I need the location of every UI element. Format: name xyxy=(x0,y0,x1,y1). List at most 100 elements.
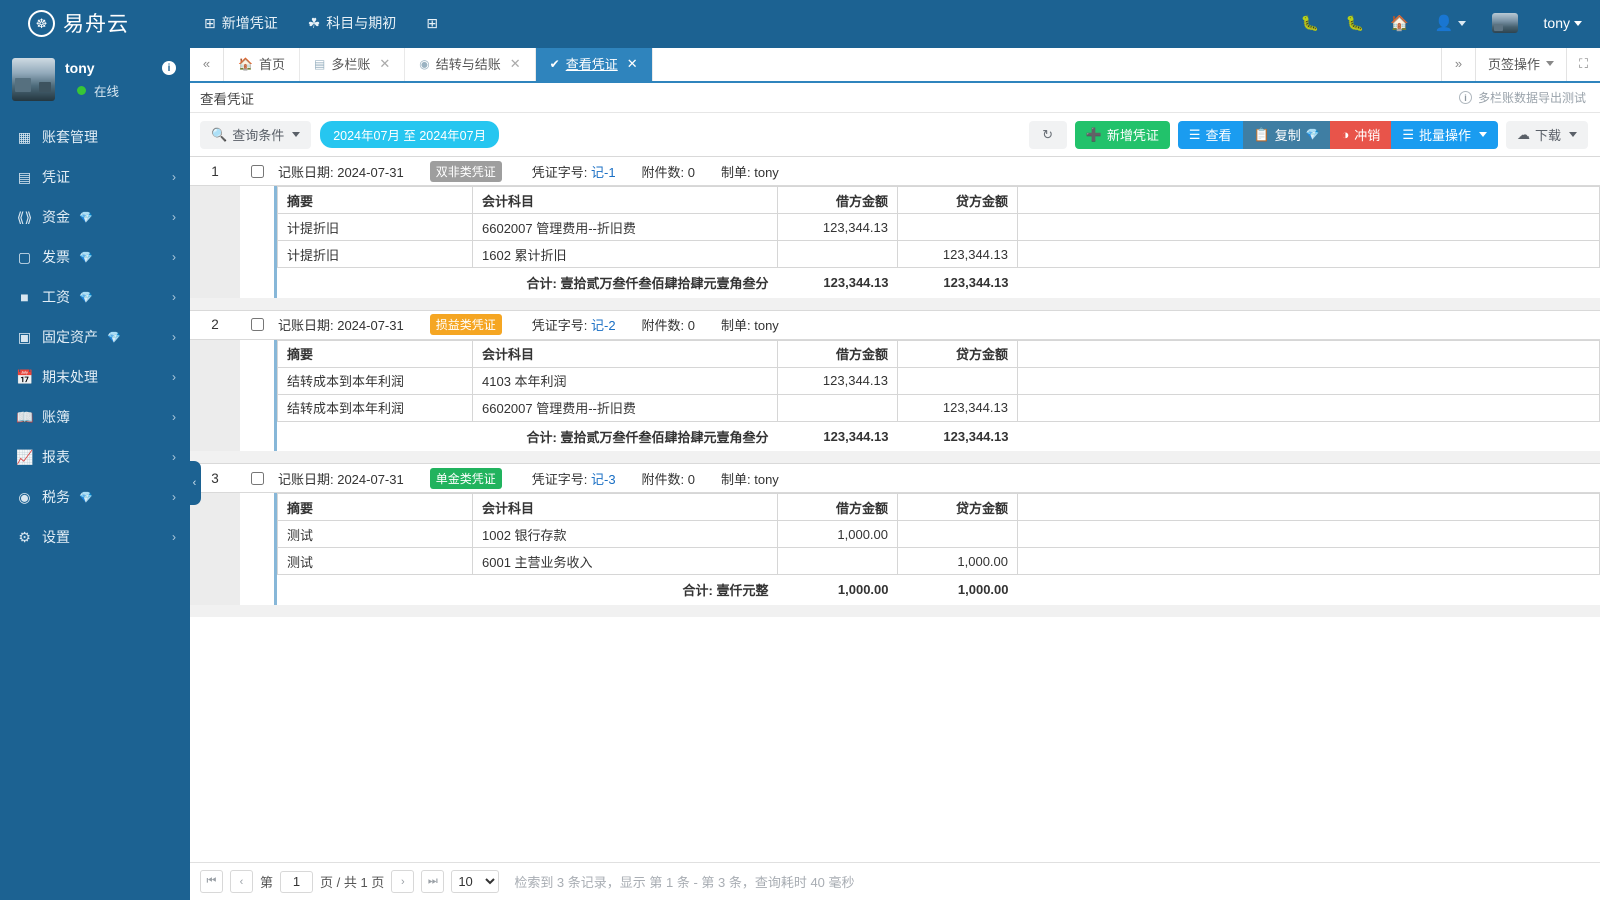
fullscreen-button[interactable]: ⛶ xyxy=(1566,46,1600,81)
voucher-table-header-row: 摘要 会计科目 借方金额 贷方金额 xyxy=(278,340,1600,367)
cloud-download-icon: ☁ xyxy=(1517,127,1530,143)
profile-avatar[interactable] xyxy=(12,58,55,101)
sidebar-item-funds[interactable]: ⟪⟫ 资金 💎 › xyxy=(0,197,190,237)
copy-button[interactable]: 📋 复制 💎 xyxy=(1243,121,1331,149)
voucher-entry-row[interactable]: 测试 6001 主营业务收入 1,000.00 xyxy=(278,548,1600,575)
voucher-total-row: 合计: 壹仟元整 1,000.00 1,000.00 xyxy=(278,575,1600,605)
close-icon[interactable]: ✕ xyxy=(627,56,638,72)
sidebar-item-voucher[interactable]: ▤ 凭证 › xyxy=(0,157,190,197)
sidebar-item-settings[interactable]: ⚙ 设置 › xyxy=(0,517,190,557)
sidebar-item-reports[interactable]: 📈 报表 › xyxy=(0,437,190,477)
sidebar-item-salary[interactable]: ■ 工资 💎 › xyxy=(0,277,190,317)
voucher-checkbox-cell[interactable] xyxy=(240,318,274,331)
voucher-entry-row[interactable]: 结转成本到本年利润 4103 本年利润 123,344.13 xyxy=(278,367,1600,394)
voucher-number-link[interactable]: 记-2 xyxy=(591,318,616,333)
vip-diamond-icon: 💎 xyxy=(107,331,121,344)
voucher-header[interactable]: 2 记账日期: 2024-07-31 损益类凭证 凭证字号: 记-2 附件数: … xyxy=(190,310,1600,340)
brand[interactable]: ☸ 易舟云 xyxy=(0,8,190,38)
voucher-block: 2 记账日期: 2024-07-31 损益类凭证 凭证字号: 记-2 附件数: … xyxy=(190,310,1600,464)
voucher-entry-row[interactable]: 计提折旧 1602 累计折旧 123,344.13 xyxy=(278,241,1600,268)
filter-conditions-button[interactable]: 🔍 查询条件 xyxy=(200,121,311,149)
voucher-total-row: 合计: 壹拾贰万叁仟叁佰肆拾肆元壹角叁分 123,344.13 123,344.… xyxy=(278,268,1600,298)
view-button[interactable]: ☰ 查看 xyxy=(1178,121,1243,149)
sidebar-item-label: 账套管理 xyxy=(42,127,98,147)
col-extra xyxy=(1018,187,1600,214)
prev-page-button[interactable]: ‹ xyxy=(230,870,253,893)
voucher-entry-row[interactable]: 测试 1002 银行存款 1,000.00 xyxy=(278,521,1600,548)
tab-carryover-closing[interactable]: ◉ 结转与结账 ✕ xyxy=(405,46,535,81)
voucher-number-link[interactable]: 记-1 xyxy=(591,165,616,180)
voucher-header[interactable]: 3 记账日期: 2024-07-31 单金类凭证 凭证字号: 记-3 附件数: … xyxy=(190,463,1600,493)
voucher-index: 1 xyxy=(190,164,240,179)
sidebar-item-invoice[interactable]: ▢ 发票 💎 › xyxy=(0,237,190,277)
first-page-button[interactable]: ⏮ xyxy=(200,870,223,893)
tab-home[interactable]: 🏠 首页 xyxy=(224,46,300,81)
profile-name: tony xyxy=(65,60,152,76)
bug-icon-2[interactable]: 🐛 xyxy=(1345,14,1364,32)
voucher-entry-row[interactable]: 计提折旧 6602007 管理费用--折旧费 123,344.13 xyxy=(278,214,1600,241)
avatar[interactable] xyxy=(1492,13,1518,33)
sidebar-item-ledger[interactable]: 📖 账簿 › xyxy=(0,397,190,437)
sidebar-item-period-end[interactable]: 📅 期末处理 › xyxy=(0,357,190,397)
add-voucher-button[interactable]: ➕ 新增凭证 xyxy=(1075,121,1170,149)
voucher-checkbox[interactable] xyxy=(251,318,264,331)
sidebar-item-tax[interactable]: ◉ 税务 💎 › xyxy=(0,477,190,517)
entry-debit xyxy=(778,394,898,421)
entry-credit xyxy=(898,521,1018,548)
close-icon[interactable]: ✕ xyxy=(510,56,521,72)
tab-multi-column-ledger[interactable]: ▤ 多栏账 ✕ xyxy=(300,46,405,81)
voucher-gutter-2 xyxy=(240,340,274,452)
home-icon[interactable]: 🏠 xyxy=(1390,14,1409,32)
page-number-input[interactable] xyxy=(280,871,313,893)
calendar-icon: 📅 xyxy=(16,369,33,386)
voucher-checkbox[interactable] xyxy=(251,165,264,178)
voucher-number-link[interactable]: 记-3 xyxy=(591,472,616,487)
top-menu-grid[interactable]: ⊞ xyxy=(424,12,440,34)
tab-view-voucher[interactable]: ✔ 查看凭证 ✕ xyxy=(536,46,653,81)
batch-operations-button[interactable]: ☰ 批量操作 xyxy=(1391,121,1498,149)
page-hint[interactable]: i 多栏账数据导出测试 xyxy=(1459,89,1586,106)
page-suffix-label: 页 / 共 1 页 xyxy=(320,872,384,891)
entry-subject: 1602 累计折旧 xyxy=(473,241,778,268)
voucher-header[interactable]: 1 记账日期: 2024-07-31 双非类凭证 凭证字号: 记-1 附件数: … xyxy=(190,156,1600,186)
entry-subject: 6602007 管理费用--折旧费 xyxy=(473,394,778,421)
next-page-button[interactable]: › xyxy=(391,870,414,893)
tab-label: 多栏账 xyxy=(331,54,370,73)
entry-extra xyxy=(1018,394,1600,421)
voucher-icon: ▤ xyxy=(16,169,33,186)
voucher-list[interactable]: 1 记账日期: 2024-07-31 双非类凭证 凭证字号: 记-1 附件数: … xyxy=(190,156,1600,862)
user-group-icon[interactable]: 👤 xyxy=(1435,14,1466,32)
download-button[interactable]: ☁ 下载 xyxy=(1506,121,1588,149)
first-page-icon: ⏮ xyxy=(207,875,217,888)
top-menu-add-voucher[interactable]: ⊞ 新增凭证 xyxy=(202,9,280,37)
sidebar-item-account-sets[interactable]: ▦ 账套管理 xyxy=(0,117,190,157)
col-debit: 借方金额 xyxy=(778,187,898,214)
tabs-scroll-left-button[interactable]: « xyxy=(190,46,224,81)
tabs-scroll-right-button[interactable]: » xyxy=(1441,46,1475,81)
voucher-checkbox[interactable] xyxy=(251,472,264,485)
voucher-checkbox-cell[interactable] xyxy=(240,472,274,485)
refresh-button[interactable]: ↻ xyxy=(1029,121,1067,149)
entry-subject: 1002 银行存款 xyxy=(473,521,778,548)
expand-icon: ⛶ xyxy=(1579,56,1588,72)
last-page-button[interactable]: ⏭ xyxy=(421,870,444,893)
sidebar-item-label: 税务 xyxy=(42,487,70,507)
period-chip[interactable]: 2024年07月 至 2024年07月 xyxy=(320,121,499,148)
sidebar-item-fixed-assets[interactable]: ▣ 固定资产 💎 › xyxy=(0,317,190,357)
info-icon[interactable]: i xyxy=(162,61,176,75)
voucher-type-badge: 损益类凭证 xyxy=(430,314,502,335)
voucher-checkbox-cell[interactable] xyxy=(240,165,274,178)
tab-label: 结转与结账 xyxy=(436,54,501,73)
user-menu[interactable]: tony xyxy=(1544,15,1582,31)
chevron-down-icon xyxy=(1479,132,1487,137)
asset-icon: ▣ xyxy=(16,329,33,346)
reverse-button[interactable]: ◑ 冲销 xyxy=(1330,121,1391,149)
sidebar-collapse-handle[interactable]: ‹ xyxy=(188,461,201,505)
page-size-select[interactable]: 102050100 xyxy=(451,870,499,893)
voucher-entry-row[interactable]: 结转成本到本年利润 6602007 管理费用--折旧费 123,344.13 xyxy=(278,394,1600,421)
top-menu-subjects[interactable]: ☘ 科目与期初 xyxy=(306,9,399,37)
close-icon[interactable]: ✕ xyxy=(379,56,390,72)
tab-operations-menu[interactable]: 页签操作 xyxy=(1475,46,1566,81)
online-dot-icon xyxy=(77,86,86,95)
bug-icon-1[interactable]: 🐛 xyxy=(1301,14,1320,32)
